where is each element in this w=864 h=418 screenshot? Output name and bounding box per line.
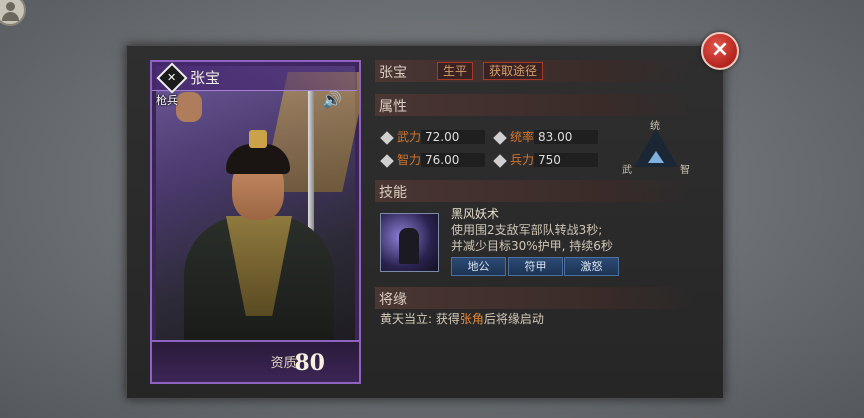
- bond-header: 将缘: [375, 287, 695, 309]
- stat-command: 统率 83.00: [493, 128, 599, 146]
- stat-force: 武力 72.00: [380, 128, 486, 146]
- card-aptitude-bar: 资质: 80: [152, 340, 359, 382]
- bond-hero-link[interactable]: 张角: [460, 312, 484, 326]
- skill-tag-jinu[interactable]: 激怒: [564, 257, 619, 276]
- name-header: 张宝 生平 获取途径: [375, 60, 695, 82]
- hero-hair: [226, 144, 290, 174]
- attribute-triangle: 统 武 智: [622, 117, 694, 177]
- skill-icon[interactable]: [380, 213, 439, 272]
- unit-type-label: 枪兵: [156, 94, 178, 107]
- hero-crown: [249, 130, 267, 148]
- speaker-icon[interactable]: 🔊: [322, 90, 342, 109]
- skill-name: 黑风妖术: [451, 207, 500, 221]
- card-hero-name: 张宝: [190, 69, 221, 87]
- stat-intelligence: 智力 76.00: [380, 151, 486, 169]
- close-button[interactable]: ×: [701, 32, 739, 70]
- unit-type-icon: ✕: [156, 62, 188, 94]
- card-name-bar: ✕ 张宝: [152, 62, 357, 94]
- triangle-left-label: 武: [622, 165, 632, 176]
- avatar-body: [2, 12, 19, 21]
- skill-figure: [399, 228, 419, 264]
- skill-tag-digong[interactable]: 地公: [451, 257, 506, 276]
- triangle-right-label: 智: [680, 165, 690, 176]
- bond-title: 将缘: [379, 292, 407, 308]
- biography-button[interactable]: 生平: [437, 62, 474, 80]
- hero-name: 张宝: [379, 65, 407, 81]
- troops-stat-icon: [493, 153, 507, 168]
- skill-title: 技能: [379, 185, 407, 201]
- skill-description: 使用围2支敌军部队转战3秒; 并减少目标30%护甲, 持续6秒: [451, 222, 681, 254]
- triangle-fill: [648, 151, 664, 163]
- command-stat-icon: [493, 130, 507, 145]
- avatar-head: [6, 2, 15, 11]
- obtain-method-button[interactable]: 获取途径: [483, 62, 544, 80]
- bond-description: 黄天当立: 获得张角后将缘启动: [380, 312, 544, 326]
- attributes-header: 属性: [375, 94, 695, 116]
- user-avatar-icon[interactable]: [0, 0, 26, 26]
- aptitude-value: 80: [294, 350, 325, 376]
- intelligence-stat-icon: [380, 153, 394, 168]
- skill-desc-line2: 并减少目标30%护甲, 持续6秒: [451, 239, 613, 253]
- attributes-title: 属性: [379, 99, 407, 115]
- skill-tag-fujia[interactable]: 符甲: [508, 257, 563, 276]
- skill-header: 技能: [375, 180, 695, 202]
- sword-stat-icon: [380, 130, 394, 145]
- hero-card: ✕ 张宝 枪兵 🔊 资质: 80: [150, 60, 361, 384]
- raised-fist: [176, 92, 202, 122]
- skill-desc-line1: 使用围2支敌军部队转战3秒;: [451, 223, 603, 237]
- stat-troops: 兵力 750: [493, 151, 599, 169]
